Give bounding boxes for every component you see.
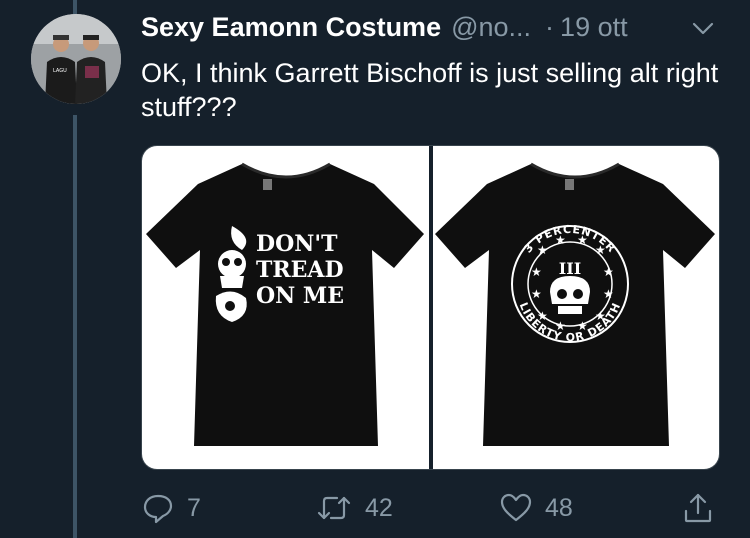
media-image-dont-tread[interactable]: DON'T TREAD ON ME (142, 146, 429, 469)
reply-count: 7 (187, 493, 201, 522)
svg-text:★: ★ (537, 309, 548, 323)
retweet-count: 42 (365, 493, 393, 522)
svg-text:★: ★ (555, 233, 566, 247)
retweet-icon (317, 496, 351, 520)
svg-text:★: ★ (531, 287, 542, 301)
timestamp[interactable]: 19 ott (560, 12, 628, 43)
svg-text:★: ★ (603, 287, 614, 301)
like-count: 48 (545, 493, 573, 522)
user-handle[interactable]: @no... (451, 12, 531, 43)
avatar[interactable]: LAGU (31, 14, 121, 104)
svg-text:★: ★ (555, 319, 566, 333)
media-image-three-percenter[interactable]: 3 PERCENTER LIBERTY OR DEATH ★ ★ ★ ★ ★ ★ ★ ★ … (432, 146, 719, 469)
svg-text:★: ★ (603, 265, 614, 279)
shirt-line-2: TREAD (256, 257, 344, 283)
like-button[interactable]: 48 (499, 488, 573, 528)
roman-numeral: III (558, 259, 580, 278)
svg-text:LAGU: LAGU (53, 68, 67, 74)
heart-icon (500, 493, 532, 522)
shirt-line-3: ON ME (256, 283, 344, 309)
tweet-text: OK, I think Garrett Bischoff is just sel… (141, 58, 719, 122)
svg-text:★: ★ (595, 243, 606, 257)
retweet-button[interactable]: 42 (315, 488, 393, 528)
tweet-header: Sexy Eamonn Costume @no... · 19 ott (141, 12, 721, 52)
tweet-actions: 7 42 48 (141, 488, 721, 528)
reply-button[interactable]: 7 (141, 488, 201, 528)
separator-dot: · (545, 12, 555, 42)
chevron-down-icon[interactable] (690, 18, 716, 38)
media-grid: DON'T TREAD ON ME 3 PERCENTER LIBERTY OR… (141, 145, 720, 470)
share-button[interactable] (681, 488, 715, 528)
reply-icon (143, 494, 173, 524)
svg-text:★: ★ (577, 319, 588, 333)
tshirt-image: 3 PERCENTER LIBERTY OR DEATH ★★ ★★ ★ ★ ★ ★ … (434, 162, 715, 446)
display-name[interactable]: Sexy Eamonn Costume (141, 12, 441, 43)
share-icon (684, 493, 712, 523)
tshirt-image: DON'T TREAD ON ME (146, 162, 424, 446)
svg-text:★: ★ (595, 309, 606, 323)
shirt-line-1: DON'T (256, 231, 338, 257)
svg-text:★: ★ (531, 265, 542, 279)
svg-text:★: ★ (537, 243, 548, 257)
thread-connector-top (73, 0, 77, 14)
thread-connector (73, 115, 77, 538)
svg-text:★: ★ (577, 233, 588, 247)
avatar-photo: LAGU (31, 14, 121, 104)
